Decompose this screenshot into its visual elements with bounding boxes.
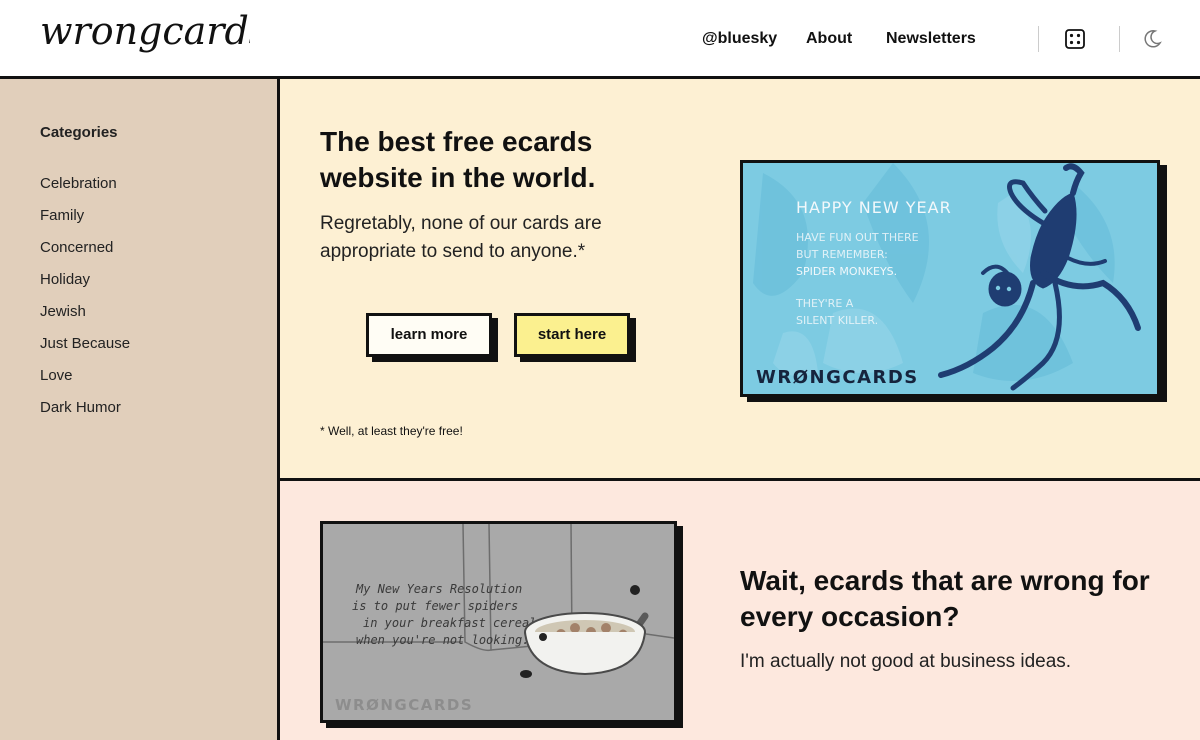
category-item[interactable]: Dark Humor xyxy=(40,399,130,431)
nav-about-link[interactable]: About xyxy=(806,30,852,48)
svg-text:WRØNGCARDS: WRØNGCARDS xyxy=(756,367,919,388)
category-item[interactable]: Family xyxy=(40,207,130,239)
category-item[interactable]: Jewish xyxy=(40,303,130,335)
svg-text:HAVE FUN OUT THERE: HAVE FUN OUT THERE xyxy=(796,231,919,244)
svg-text:in your breakfast cereal: in your breakfast cereal xyxy=(363,616,536,630)
category-list: Celebration Family Concerned Holiday Jew… xyxy=(40,175,130,431)
category-item[interactable]: Holiday xyxy=(40,271,130,303)
nav-newsletters-link[interactable]: Newsletters xyxy=(886,30,976,48)
svg-text:SILENT KILLER.: SILENT KILLER. xyxy=(796,314,878,327)
svg-text:is to put fewer spiders: is to put fewer spiders xyxy=(352,599,518,613)
learn-more-button[interactable]: learn more xyxy=(366,313,492,357)
category-item[interactable]: Love xyxy=(40,367,130,399)
start-here-button[interactable]: start here xyxy=(514,313,630,357)
moon-icon[interactable] xyxy=(1141,28,1163,50)
site-header: wrongcards @bluesky About Newsletters xyxy=(0,0,1200,79)
svg-text:when you're not looking.: when you're not looking. xyxy=(356,633,529,647)
svg-text:SPIDER MONKEYS.: SPIDER MONKEYS. xyxy=(796,265,897,278)
category-item[interactable]: Just Because xyxy=(40,335,130,367)
second-title: Wait, ecards that are wrong for every oc… xyxy=(740,565,1150,632)
hero-title: The best free ecards website in the worl… xyxy=(320,126,596,193)
nav-bluesky-link[interactable]: @bluesky xyxy=(702,30,777,48)
wrongcards-logo[interactable]: wrongcards xyxy=(40,8,250,68)
svg-text:wrongcards: wrongcards xyxy=(40,9,250,53)
category-item[interactable]: Concerned xyxy=(40,239,130,271)
categories-heading: Categories xyxy=(40,124,118,141)
breakfast-ecard-image[interactable]: My New Years Resolution is to put fewer … xyxy=(320,521,677,723)
hero-footnote: * Well, at least they're free! xyxy=(320,424,463,438)
nav-divider xyxy=(1119,26,1120,52)
hero-section: The best free ecards website in the worl… xyxy=(280,79,1200,478)
hero-subtitle: Regretably, none of our cards are approp… xyxy=(320,213,602,262)
featured-ecard-image[interactable]: HAPPY NEW YEAR HAVE FUN OUT THERE BUT RE… xyxy=(740,160,1160,397)
dice-icon[interactable] xyxy=(1064,28,1086,50)
nav-divider xyxy=(1038,26,1039,52)
category-item[interactable]: Celebration xyxy=(40,175,130,207)
second-section: My New Years Resolution is to put fewer … xyxy=(280,481,1200,740)
svg-text:HAPPY NEW YEAR: HAPPY NEW YEAR xyxy=(796,198,952,217)
svg-text:BUT REMEMBER:: BUT REMEMBER: xyxy=(796,248,888,261)
svg-text:My New Years Resolution: My New Years Resolution xyxy=(355,582,522,596)
svg-text:THEY'RE A: THEY'RE A xyxy=(795,297,854,310)
svg-text:WRØNGCARDS: WRØNGCARDS xyxy=(335,696,473,714)
second-subtitle: I'm actually not good at business ideas. xyxy=(740,651,1072,672)
sidebar: Categories Celebration Family Concerned … xyxy=(0,79,277,740)
